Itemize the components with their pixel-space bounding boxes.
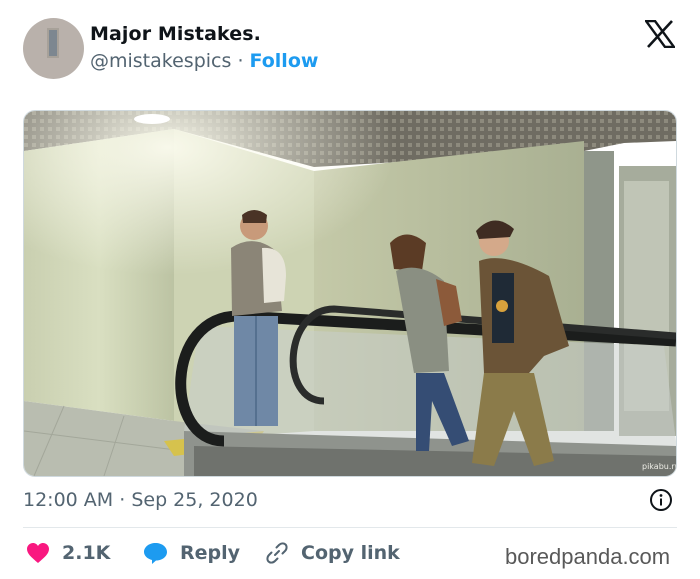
tweet-card: Major Mistakes. @mistakespics · Follow p… (0, 0, 700, 579)
image-watermark: pikabu.ru (642, 462, 676, 471)
link-icon (266, 542, 288, 564)
avatar[interactable] (23, 18, 84, 79)
display-name[interactable]: Major Mistakes. (90, 23, 261, 45)
divider (23, 527, 677, 528)
tweet-photo[interactable]: pikabu.ru (23, 110, 677, 477)
post-date: Sep 25, 2020 (131, 489, 258, 511)
x-logo-icon[interactable] (645, 20, 675, 48)
site-watermark: boredpanda.com (505, 544, 671, 569)
heart-icon (27, 543, 49, 563)
speech-bubble-icon (144, 542, 167, 564)
post-time: 12:00 AM (23, 489, 114, 511)
timestamp[interactable]: 12:00 AM · Sep 25, 2020 (23, 489, 258, 511)
escalator-photo: pikabu.ru (24, 111, 676, 476)
time-separator: · (119, 489, 126, 511)
follow-button[interactable]: Follow (250, 50, 319, 72)
handle-row: @mistakespics · Follow (90, 50, 318, 72)
reply-button[interactable]: Reply (143, 540, 240, 566)
info-icon[interactable] (649, 488, 673, 512)
like-button[interactable]: 2.1K (26, 540, 110, 566)
reply-label: Reply (180, 542, 241, 564)
user-handle[interactable]: @mistakespics (90, 50, 231, 72)
copy-link-label: Copy link (301, 542, 400, 564)
avatar-window-shape (47, 28, 59, 58)
copy-link-button[interactable]: Copy link (265, 540, 400, 566)
likes-count: 2.1K (62, 542, 111, 564)
handle-separator: · (237, 50, 244, 72)
ceiling-light (134, 114, 170, 124)
